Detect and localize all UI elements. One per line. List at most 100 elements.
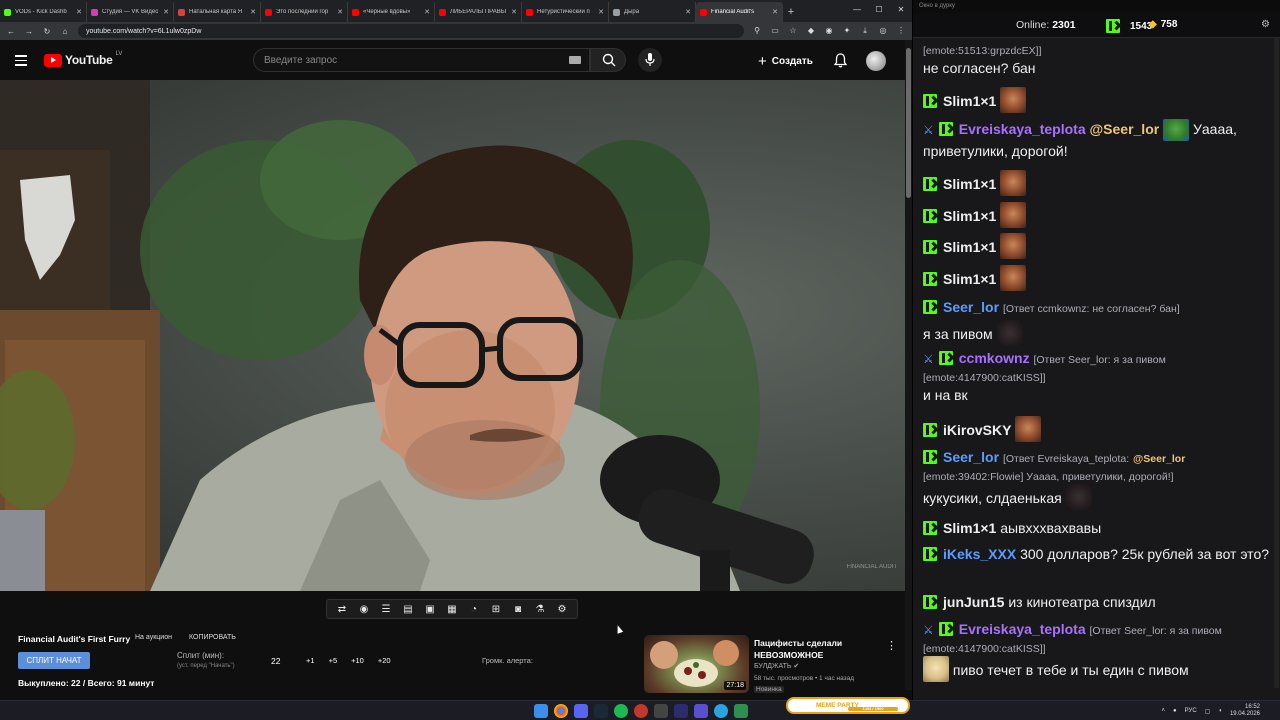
to-auction-link[interactable]: На аукцион [135,634,172,641]
close-icon[interactable]: ✕ [337,8,343,16]
star-icon[interactable]: ☆ [788,26,798,36]
speed-icon[interactable]: ◔ [467,602,481,616]
close-icon[interactable]: ✕ [685,8,691,16]
search-button[interactable] [590,48,626,72]
search-input[interactable]: Введите запрос [253,48,590,72]
chat-username[interactable]: Slim1×1 [943,239,996,255]
chat-username[interactable]: Evreiskaya_teplota [959,121,1086,137]
new-tab-button[interactable]: + [783,2,799,22]
hamburger-menu-icon[interactable] [15,55,27,66]
url-field[interactable]: youtube.com/watch?v=6L1ulw0zpDw [78,24,744,38]
chat-username[interactable]: ccmkownz [959,350,1030,366]
tab-1[interactable]: Студия — VK Видео ✕ [87,2,174,22]
close-icon[interactable]: ✕ [772,8,778,16]
puzzle-icon[interactable]: ✦ [842,26,852,36]
close-icon[interactable]: ✕ [76,8,82,16]
extension-icon[interactable]: ◆ [806,26,816,36]
chat-username[interactable]: Slim1×1 [943,208,996,224]
chat-scrollbar[interactable] [1274,38,1279,688]
app-icon[interactable] [734,704,748,718]
tab-active[interactable]: Financial Audit's ✕ [696,2,783,22]
increment-button[interactable]: +5 [329,656,338,665]
close-icon[interactable]: ✕ [250,8,256,16]
spotify-icon[interactable] [614,704,628,718]
windows-start-icon[interactable] [534,704,548,718]
chat-username[interactable]: Seer_lor [943,299,999,315]
notifications-button[interactable] [833,53,848,73]
pip-icon[interactable]: ▣ [423,602,437,616]
chat-username[interactable]: Slim1×1 [943,520,996,536]
recommended-title[interactable]: Пацифисты сделали НЕВОЗМОЖНОЕ [754,637,872,661]
app-icon[interactable] [634,704,648,718]
audio-icon[interactable]: ◉ [357,602,371,616]
reload-icon[interactable]: ↻ [42,27,52,36]
avatar[interactable] [866,51,886,71]
add-icon[interactable]: ⊞ [489,602,503,616]
tab-0[interactable]: VODs - Kick Dashb ✕ [0,2,87,22]
create-button[interactable]: + Создать [758,52,813,70]
tab-4[interactable]: «Черные вдовы» ✕ [348,2,435,22]
maximize-icon[interactable]: ☐ [868,0,890,20]
voice-search-button[interactable] [638,48,662,72]
tab-2[interactable]: Натальная карта Я ✕ [174,2,261,22]
close-icon[interactable]: ✕ [424,8,430,16]
menu-icon[interactable]: ⋮ [896,26,906,36]
chat-username[interactable]: junJun15 [943,594,1004,610]
recommended-thumbnail[interactable]: 27:18 [644,635,749,693]
clapper-icon[interactable]: ▤ [401,602,415,616]
increment-button[interactable]: +10 [351,656,364,665]
app-icon[interactable] [674,704,688,718]
download-icon[interactable]: ⤓ [860,26,870,36]
forward-icon[interactable]: → [24,27,34,36]
recommended-channel[interactable]: БУЛДЖАТЬ ✔ [754,662,799,670]
network-icon[interactable]: ▢ [1205,708,1211,715]
close-icon[interactable]: ✕ [163,8,169,16]
screenshot-icon[interactable]: ◙ [511,602,525,616]
close-window-icon[interactable]: ✕ [890,0,912,20]
tab-5[interactable]: ЛИБЕРАЛЫ ПРАВЫ ✕ [435,2,522,22]
steam-icon[interactable] [594,704,608,718]
page-scrollbar[interactable] [905,40,912,690]
split-button[interactable]: СПЛИТ НАЧАТ [18,652,90,669]
copy-button[interactable]: КОПИРОВАТЬ [189,634,236,641]
tab-3[interactable]: Это последний гор ✕ [261,2,348,22]
meme-party-widget[interactable]: MEME PARTY 1454 / 1500 [786,697,910,714]
chevron-up-icon[interactable]: ˄ [1162,708,1166,714]
chat-username[interactable]: Seer_lor [943,449,999,465]
split-min-value[interactable]: 22 [271,656,280,666]
media-player-icon[interactable] [694,704,708,718]
telegram-icon[interactable] [714,704,728,718]
chat-username[interactable]: iKeks_XXX [943,546,1016,562]
chat-username[interactable]: Slim1×1 [943,176,996,192]
flask-icon[interactable]: ⚗ [533,602,547,616]
chat-username[interactable]: Evreiskaya_teplota [959,621,1086,637]
zoom-icon[interactable]: ⚲ [752,26,762,36]
home-icon[interactable]: ⌂ [60,27,70,36]
clock[interactable]: 16:52 19.04.2026 [1230,704,1260,718]
subtitles-icon[interactable]: ▦ [445,602,459,616]
chat-username[interactable]: iKirovSKY [943,422,1011,438]
app-icon[interactable] [654,704,668,718]
chrome-icon[interactable] [554,704,568,718]
video-player[interactable]: FINANCIAL AUDIT [0,80,905,591]
increment-button[interactable]: +20 [378,656,391,665]
increment-button[interactable]: +1 [306,656,315,665]
close-icon[interactable]: ✕ [511,8,517,16]
chat-username[interactable]: Slim1×1 [943,93,996,109]
back-icon[interactable]: ← [6,27,16,36]
discord-icon[interactable] [574,704,588,718]
chat-username[interactable]: Slim1×1 [943,271,996,287]
keyboard-icon[interactable] [569,56,581,64]
eye-menu-icon[interactable]: ☰ [379,602,393,616]
cast-icon[interactable]: ▭ [770,26,780,36]
tab-6[interactable]: Нетуристический п ✕ [522,2,609,22]
volume-icon[interactable]: ◖ [1218,708,1222,714]
extension-icon[interactable]: ◉ [824,26,834,36]
minimize-icon[interactable]: — [846,0,868,20]
settings-icon[interactable]: ⚙ [555,602,569,616]
lang-indicator[interactable]: РУС [1185,708,1197,714]
more-options-icon[interactable]: ⋮ [886,639,897,652]
profile-icon[interactable]: ◎ [878,26,888,36]
youtube-logo[interactable]: YouTube LV [44,51,122,67]
mic-icon[interactable]: ● [1173,708,1177,714]
